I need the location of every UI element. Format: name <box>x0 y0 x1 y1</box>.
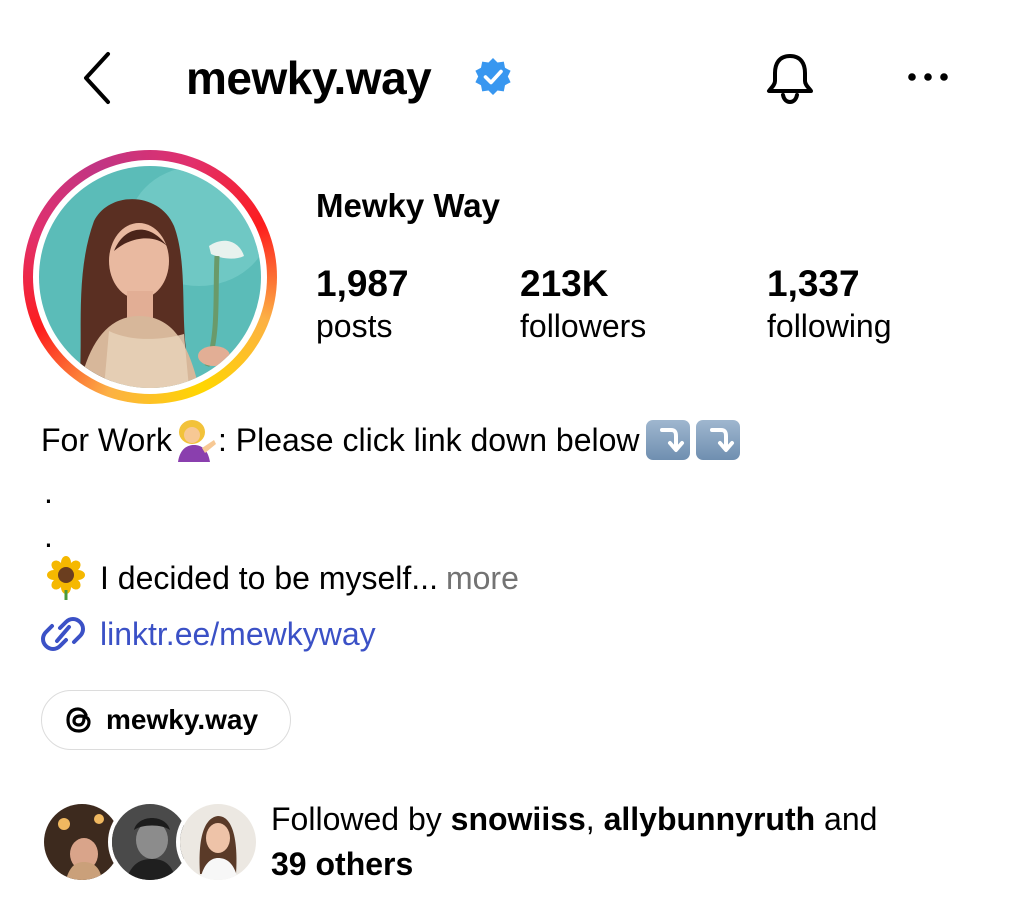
followed-by-others-count: 39 others <box>271 846 414 882</box>
posts-label: posts <box>316 308 393 344</box>
following-count-stat[interactable]: 1,337 following <box>767 262 892 346</box>
bio-more-link[interactable]: more <box>446 558 519 598</box>
threads-icon <box>66 707 91 733</box>
threads-profile-chip[interactable]: mewky.way <box>41 690 291 750</box>
more-horizontal-icon <box>908 73 948 81</box>
notifications-button[interactable] <box>760 48 820 108</box>
bio-dot-line: . <box>44 474 53 510</box>
bio-link-text: linktr.ee/mewkyway <box>100 615 376 652</box>
followers-count: 213K <box>520 263 609 304</box>
woman-tipping-hand-emoji-icon <box>172 418 218 462</box>
profile-avatar-story-ring[interactable] <box>23 150 277 404</box>
followed-by-conjunction: and <box>815 801 878 837</box>
bio-line-1: For Work : Please click link down below <box>41 418 740 462</box>
follower-avatar <box>176 800 260 884</box>
back-button[interactable] <box>74 46 124 110</box>
followed-by-text[interactable]: Followed by snowiiss, allybunnyruth and … <box>271 797 991 887</box>
profile-display-name: Mewky Way <box>316 187 501 224</box>
followers-label: followers <box>520 308 647 344</box>
posts-count-stat[interactable]: 1,987 posts <box>316 262 409 346</box>
followed-by-user: snowiiss <box>450 801 586 837</box>
bio-external-link[interactable]: linktr.ee/mewkyway <box>40 614 376 654</box>
followers-count-stat[interactable]: 213K followers <box>520 262 646 346</box>
link-icon <box>41 617 85 651</box>
following-count: 1,337 <box>767 263 860 304</box>
arrow-down-right-emoji-icon <box>645 420 690 460</box>
bio-line-2-text: I decided to be myself... <box>100 560 438 596</box>
bio-line-1-suffix: : Please click link down below <box>217 422 640 458</box>
avatar <box>39 166 261 388</box>
verified-badge-icon <box>472 56 514 98</box>
sunflower-emoji-icon <box>44 556 88 600</box>
posts-count: 1,987 <box>316 263 409 304</box>
arrow-down-right-emoji-icon <box>695 420 740 460</box>
threads-username: mewky.way <box>106 704 259 735</box>
followed-by-prefix: Followed by <box>271 801 451 837</box>
bio-line-2: I decided to be myself... more <box>44 556 519 600</box>
bell-icon <box>767 54 813 105</box>
followed-by-separator: , <box>585 801 604 837</box>
bio-dot-line: . <box>44 518 53 554</box>
profile-username: mewky.way <box>186 52 432 104</box>
chevron-left-icon <box>84 52 110 104</box>
followed-by-user: allybunnyruth <box>603 801 816 837</box>
bio-line-1-prefix: For Work <box>41 422 172 458</box>
more-options-button[interactable] <box>900 62 956 92</box>
following-label: following <box>767 308 892 344</box>
